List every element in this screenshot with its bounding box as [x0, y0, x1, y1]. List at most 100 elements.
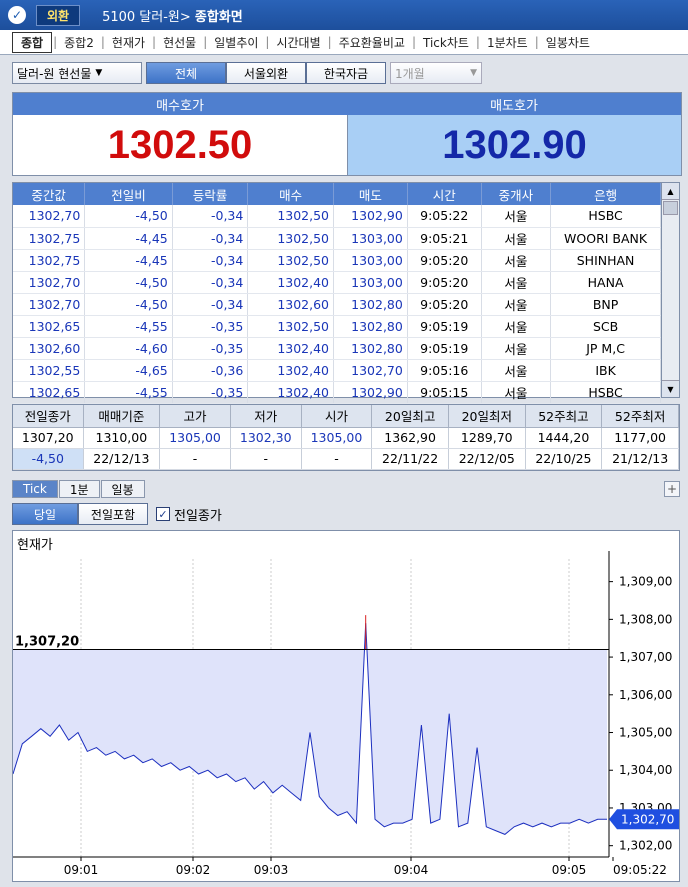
segment-seoul-button[interactable]: 서울외환 [226, 62, 306, 84]
instrument-select[interactable]: 달러-원 현선물 ▼ [12, 62, 142, 84]
tab-1min-chart[interactable]: 1분차트 [481, 34, 534, 51]
tick-col-header[interactable]: 등락률 [172, 183, 249, 205]
tick-cell: 1302,70 [13, 271, 86, 294]
table-row: 1307,20 1310,00 1305,00 1302,30 1305,00 1362,… [13, 427, 679, 449]
table-row[interactable]: 1302,65 -4,55 -0,35 1302,50 1302,80 9:05:19 서울… [13, 315, 661, 338]
tick-cell: 1302,40 [247, 381, 335, 404]
table-row[interactable]: 1302,55 -4,65 -0,36 1302,40 1302,70 9:05:16 서울… [13, 359, 661, 382]
table-row[interactable]: 1302,75 -4,45 -0,34 1302,50 1303,00 9:05:20 서울… [13, 249, 661, 272]
screen-title: 5100 달러-원> 종합화면 [102, 9, 243, 25]
table-row[interactable]: 1302,70 -4,50 -0,34 1302,40 1303,00 9:05:20 서울… [13, 271, 661, 294]
summary-cell: - [159, 448, 231, 470]
tick-cell: -4,50 [84, 205, 173, 228]
tab-daily-trend[interactable]: 일별추이 [208, 34, 264, 51]
tick-cell: -0,36 [172, 359, 249, 382]
tick-cell: 9:05:20 [407, 271, 482, 294]
tick-cell: -4,45 [84, 249, 173, 272]
chart-tab-tick[interactable]: Tick [12, 480, 58, 498]
summary-cell: 1362,90 [371, 427, 449, 449]
tick-cell: 1302,40 [247, 271, 335, 294]
chart-tab-daily[interactable]: 일봉 [100, 480, 145, 498]
add-chart-icon[interactable]: + [664, 481, 680, 497]
x-tick-label: 09:05:22 [613, 863, 667, 877]
market-badge[interactable]: 외환 [36, 4, 81, 26]
tick-cell: 1302,50 [247, 205, 335, 228]
tick-col-header[interactable]: 매수 [247, 183, 335, 205]
tick-table: 중간값 전일비 등락률 매수 매도 시간 중개사 은행 1302,70 -4,50 -0,34 13… [12, 182, 662, 404]
chart-canvas[interactable]: 현재가 09:01 09:02 09:03 09:04 09:05 09:05:22 1,30… [12, 531, 679, 881]
x-tick-label: 09:03 [254, 863, 289, 877]
tick-cell: 9:05:20 [407, 293, 482, 316]
tick-cell: -4,55 [84, 315, 173, 338]
table-row[interactable]: 1302,70 -4,50 -0,34 1302,50 1302,90 9:05:22 서울… [13, 205, 661, 228]
scroll-thumb[interactable] [663, 201, 678, 215]
y-tick-label: 1,307,00 [619, 650, 672, 664]
period-select[interactable]: 1개월 ▼ [390, 62, 482, 84]
tick-cell: -4,45 [84, 227, 173, 250]
prev-close-label: 1,307,20 [15, 635, 79, 650]
tick-col-header[interactable]: 전일비 [84, 183, 173, 205]
tab-daily-chart[interactable]: 일봉차트 [540, 34, 596, 51]
x-tick-label: 09:02 [176, 863, 211, 877]
tick-cell: 1302,75 [13, 249, 86, 272]
tick-cell: 1302,50 [247, 227, 335, 250]
y-tick-label: 1,302,00 [619, 839, 672, 853]
tick-cell: 9:05:20 [407, 249, 482, 272]
prev-close-checkbox[interactable]: ✓ 전일종가 [156, 505, 222, 524]
scroll-down-icon[interactable]: ▼ [662, 380, 679, 397]
include-prev-button[interactable]: 전일포함 [78, 503, 148, 525]
checkbox-check-icon[interactable]: ✓ [156, 507, 170, 521]
tick-cell: 서울 [481, 227, 552, 250]
tick-scrollbar[interactable]: ▲ ▼ [662, 182, 680, 398]
tick-col-header[interactable]: 은행 [550, 183, 661, 205]
tick-chart[interactable]: 현재가 09:01 09:02 09:03 09:04 09:05 09:05:22 1,30… [12, 530, 680, 882]
tick-cell: -4,55 [84, 381, 173, 404]
tick-cell: 1302,80 [333, 315, 408, 338]
app-logo-icon: ✓ [8, 6, 26, 24]
tab-current-price[interactable]: 현재가 [106, 34, 151, 51]
tick-cell: -4,60 [84, 337, 173, 360]
summary-cell: 1289,70 [448, 427, 526, 449]
dropdown-arrow-icon: ▼ [470, 68, 477, 78]
tab-summary[interactable]: 종합 [12, 31, 53, 53]
segment-korea-money-button[interactable]: 한국자금 [306, 62, 386, 84]
summary-col-header: 시가 [301, 405, 373, 428]
tick-col-header[interactable]: 중개사 [481, 183, 552, 205]
tick-cell: -0,35 [172, 315, 249, 338]
tick-cell: 9:05:19 [407, 315, 482, 338]
tick-cell: 1302,90 [333, 381, 408, 404]
tick-cell: 1302,40 [247, 359, 335, 382]
tick-cell: 1302,70 [13, 293, 86, 316]
tick-cell: 1302,50 [247, 315, 335, 338]
tick-cell: SHINHAN [550, 249, 661, 272]
summary-cell: 22/12/13 [83, 448, 161, 470]
tab-summary2[interactable]: 종합2 [58, 34, 100, 51]
summary-cell: - [230, 448, 302, 470]
table-row[interactable]: 1302,75 -4,45 -0,34 1302,50 1303,00 9:05:21 서울… [13, 227, 661, 250]
tab-spot-futures[interactable]: 현선물 [157, 34, 202, 51]
table-row[interactable]: 1302,70 -4,50 -0,34 1302,60 1302,80 9:05:20 서울… [13, 293, 661, 316]
chart-tab-1min[interactable]: 1분 [58, 480, 100, 498]
tab-fx-compare[interactable]: 주요환율비교 [333, 34, 411, 51]
ask-price: 1302.90 [347, 115, 681, 175]
table-row[interactable]: 1302,65 -4,55 -0,35 1302,40 1302,90 9:05:15 서울… [13, 381, 661, 404]
tick-cell: -0,34 [172, 293, 249, 316]
screen-tabs: 종합 | 종합2 | 현재가 | 현선물 | 일별추이 | 시간대별 | 주요환율비교 | T… [0, 30, 688, 55]
table-row: -4,50 22/12/13- - -22/11/22 22/12/05 22/10/25… [13, 448, 679, 470]
tab-by-time[interactable]: 시간대별 [270, 34, 326, 51]
tick-cell: 1302,60 [13, 337, 86, 360]
summary-col-header: 고가 [159, 405, 231, 428]
scroll-up-icon[interactable]: ▲ [662, 183, 679, 200]
tick-cell: 서울 [481, 381, 552, 404]
tick-col-header[interactable]: 시간 [407, 183, 482, 205]
y-tick-label: 1,309,00 [619, 575, 672, 589]
summary-col-header: 52주최고 [525, 405, 603, 428]
segment-all-button[interactable]: 전체 [146, 62, 226, 84]
tick-col-header[interactable]: 중간값 [13, 183, 86, 205]
summary-col-header: 20일최저 [448, 405, 526, 428]
summary-col-header: 매매기준 [83, 405, 161, 428]
tick-col-header[interactable]: 매도 [333, 183, 408, 205]
table-row[interactable]: 1302,60 -4,60 -0,35 1302,40 1302,80 9:05:19 서울… [13, 337, 661, 360]
today-button[interactable]: 당일 [12, 503, 78, 525]
tab-tick-chart[interactable]: Tick차트 [417, 34, 475, 51]
